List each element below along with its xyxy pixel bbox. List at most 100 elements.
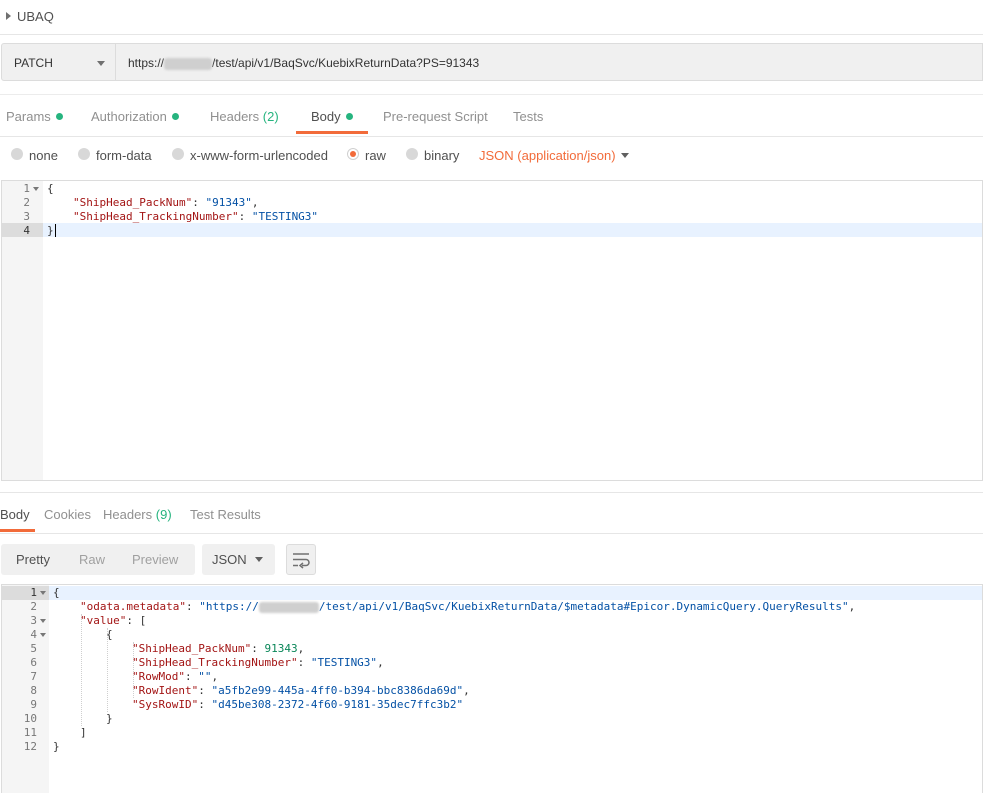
json-value: "91343" (205, 196, 252, 209)
json-key: "SysRowID" (132, 698, 199, 711)
preview-button[interactable]: Preview (132, 552, 178, 567)
tab-prerequest-script[interactable]: Pre-request Script (383, 109, 488, 124)
radio-raw-label[interactable]: raw (365, 148, 386, 163)
json-key: "RowIdent" (132, 684, 199, 697)
view-mode-group: Pretty Raw Preview (1, 544, 195, 575)
json-value: "TESTING3" (310, 656, 378, 669)
fold-arrow-icon[interactable] (40, 591, 46, 595)
radio-urlencoded[interactable] (172, 148, 184, 160)
json-value: "" (198, 670, 212, 683)
pretty-button[interactable]: Pretty (16, 552, 50, 567)
json-value: 91343 (264, 642, 298, 655)
request-tabs: Params Authorization Headers (2) Body Pr… (0, 94, 983, 137)
json-bracket: [ (139, 614, 147, 627)
fold-arrow-icon[interactable] (33, 187, 39, 191)
code-line: { (53, 586, 60, 599)
status-dot-icon (171, 113, 179, 120)
chevron-down-icon (255, 557, 263, 562)
code-line: { (47, 182, 54, 195)
radio-none-label[interactable]: none (29, 148, 58, 163)
radio-form-data[interactable] (78, 148, 90, 160)
url-text: https:// /test/api/v1/BaqSvc/KuebixReturn… (128, 56, 479, 70)
wrap-icon (293, 553, 310, 569)
radio-binary[interactable] (406, 148, 418, 160)
radio-form-data-label[interactable]: form-data (96, 148, 152, 163)
tab-cookies[interactable]: Cookies (44, 507, 91, 522)
chevron-down-icon[interactable] (621, 153, 629, 158)
line-number: 1 (23, 182, 30, 195)
json-value: /test/api/v1/BaqSvc/KuebixReturnData/$me… (318, 600, 849, 613)
tab-authorization[interactable]: Authorization (91, 109, 179, 124)
tab-response-headers-label: Headers (103, 507, 153, 522)
radio-urlencoded-label[interactable]: x-www-form-urlencoded (190, 148, 328, 163)
tab-headers[interactable]: Headers (2) (210, 109, 279, 124)
line-number: 11 (23, 726, 37, 739)
tab-body[interactable]: Body (311, 109, 353, 124)
code-line: } (47, 224, 54, 237)
wrap-lines-button[interactable] (286, 544, 316, 575)
line-number: 6 (30, 656, 37, 669)
tab-body-label: Body (311, 109, 341, 124)
code-line: "ShipHead_TrackingNumber": "TESTING3" (73, 210, 319, 223)
tab-headers-label: Headers (210, 109, 260, 124)
collection-header[interactable]: UBAQ (0, 0, 983, 35)
response-body-viewer[interactable]: 1 2 3 4 5 6 7 8 9 10 11 12 { "odata.meta… (1, 584, 983, 793)
code-line: "ShipHead_TrackingNumber": "TESTING3", (132, 656, 384, 669)
redacted-host (258, 601, 319, 613)
code-line: "RowIdent": "a5fb2e99-445a-4ff0-b394-bbc… (132, 684, 470, 697)
line-number: 3 (23, 210, 30, 223)
active-tab-indicator (296, 131, 368, 134)
json-key: "ShipHead_PackNum" (132, 642, 252, 655)
format-select[interactable]: JSON (202, 544, 275, 575)
radio-binary-label[interactable]: binary (424, 148, 459, 163)
indent-guide (81, 614, 82, 726)
method-label: PATCH (14, 56, 53, 70)
code-line: "ShipHead_PackNum": "91343", (73, 196, 259, 209)
caret-right-icon[interactable] (6, 12, 11, 20)
line-number: 4 (23, 224, 30, 237)
code-line: "RowMod": "", (132, 670, 219, 683)
method-select[interactable]: PATCH (1, 43, 116, 81)
line-number: 10 (23, 712, 37, 725)
text-cursor (55, 224, 56, 237)
chevron-down-icon (97, 61, 105, 66)
code-line: "SysRowID": "d45be308-2372-4f60-9181-35d… (132, 698, 464, 711)
active-line-highlight (49, 586, 982, 600)
json-key: "ShipHead_PackNum" (73, 196, 193, 209)
tab-params[interactable]: Params (6, 109, 63, 124)
raw-button[interactable]: Raw (79, 552, 105, 567)
line-number: 1 (30, 586, 37, 599)
tab-test-results[interactable]: Test Results (190, 507, 261, 522)
code-line: { (106, 628, 113, 641)
line-number: 2 (23, 196, 30, 209)
radio-none[interactable] (11, 148, 23, 160)
tab-response-headers[interactable]: Headers (9) (103, 507, 172, 522)
line-number: 5 (30, 642, 37, 655)
line-number: 2 (30, 600, 37, 613)
redacted-host (164, 57, 213, 70)
line-number: 3 (30, 614, 37, 627)
format-label: JSON (212, 552, 247, 567)
headers-count-badge: (2) (262, 109, 279, 124)
tab-tests[interactable]: Tests (513, 109, 543, 124)
tab-response-body[interactable]: Body (0, 507, 30, 522)
fold-arrow-icon[interactable] (40, 619, 46, 623)
code-line: "odata.metadata": "https:///test/api/v1/… (80, 600, 856, 613)
line-number: 4 (30, 628, 37, 641)
line-number: 8 (30, 684, 37, 697)
fold-arrow-icon[interactable] (40, 633, 46, 637)
content-type-dropdown[interactable]: JSON (application/json) (479, 148, 616, 163)
line-number: 7 (30, 670, 37, 683)
code-line: } (106, 712, 113, 725)
response-tabs: Body Cookies Headers (9) Test Results (0, 493, 983, 534)
json-key: "value" (80, 614, 127, 627)
url-input[interactable]: https:// /test/api/v1/BaqSvc/KuebixReturn… (116, 43, 983, 81)
code-line: "value": [ (80, 614, 147, 627)
request-body-editor[interactable]: 1 2 3 4 { "ShipHead_PackNum": "91343", "… (1, 180, 983, 481)
url-suffix: /test/api/v1/BaqSvc/KuebixReturnData?PS=… (212, 56, 480, 70)
json-value: "TESTING3" (251, 210, 319, 223)
tab-authorization-label: Authorization (91, 109, 167, 124)
radio-raw[interactable] (347, 148, 359, 160)
active-line-highlight (43, 223, 982, 237)
collection-name: UBAQ (17, 9, 54, 24)
